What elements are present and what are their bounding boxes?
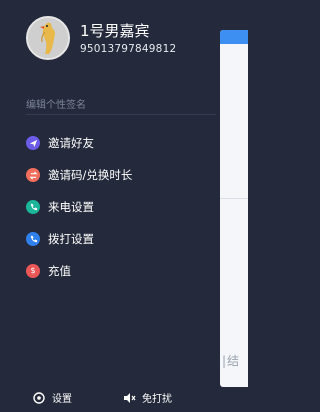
gear-icon (33, 391, 45, 404)
main-panel-peek[interactable]: |结 (220, 30, 248, 387)
mute-icon (124, 392, 136, 403)
chicken-avatar-image (28, 18, 68, 58)
dollar-icon: $ (26, 264, 40, 278)
send-icon (26, 136, 40, 150)
main-panel-header (220, 30, 248, 44)
signature-placeholder[interactable]: 编辑个性签名 (26, 96, 86, 111)
menu-item-dial-settings[interactable]: 拨打设置 (26, 223, 216, 255)
avatar[interactable] (26, 16, 70, 60)
menu-item-label: 拨打设置 (48, 232, 94, 246)
settings-label: 设置 (52, 394, 72, 405)
user-number: 95013797849812 (80, 43, 177, 55)
menu-item-recharge[interactable]: $ 充值 (26, 255, 216, 287)
menu-item-label: 充值 (48, 264, 71, 278)
do-not-disturb-button[interactable]: 免打扰 (122, 390, 172, 405)
dial-icon (26, 232, 40, 246)
exchange-icon (26, 168, 40, 182)
menu-item-invite-friends[interactable]: 邀请好友 (26, 127, 216, 159)
phone-icon (26, 200, 40, 214)
dnd-label: 免打扰 (142, 394, 172, 405)
menu-item-redeem-code[interactable]: 邀请码/兑换时长 (26, 159, 216, 191)
menu-item-incoming-call-settings[interactable]: 来电设置 (26, 191, 216, 223)
menu-item-label: 邀请好友 (48, 136, 94, 150)
drawer-menu: 邀请好友 邀请码/兑换时长 来电设置 拨打设置 $ 充值 (26, 127, 216, 287)
settings-button[interactable]: 设置 (32, 390, 72, 405)
user-name[interactable]: 1号男嘉宾 (80, 20, 150, 41)
menu-item-label: 来电设置 (48, 200, 94, 214)
bottom-bar: 设置 免打扰 (0, 386, 248, 412)
menu-item-label: 邀请码/兑换时长 (48, 168, 133, 182)
main-panel-footer-text: |结 (222, 354, 241, 368)
divider (26, 114, 216, 115)
main-panel-divider (220, 198, 248, 199)
